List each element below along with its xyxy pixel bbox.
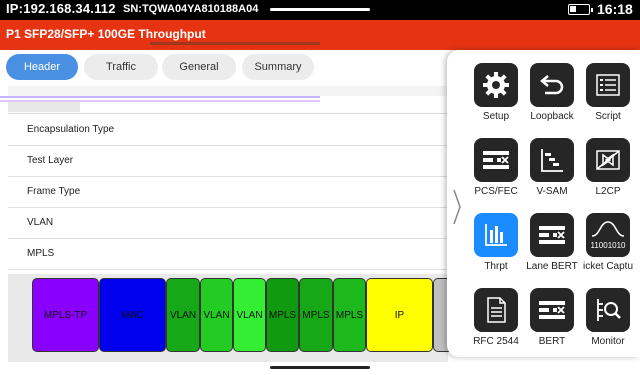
rfc2544-icon — [474, 288, 518, 332]
app-v-sam[interactable]: V-SAM — [523, 138, 581, 208]
gear-icon — [474, 63, 518, 107]
header-settings-list: Encapsulation Type Test Layer Frame Type… — [8, 113, 448, 273]
clock: 16:18 — [597, 1, 633, 17]
list-item-test-layer[interactable]: Test Layer — [8, 146, 448, 177]
packet-capture-bits: 11001010 — [591, 241, 627, 250]
app-packet-capture[interactable]: 11001010 icket Captu — [579, 213, 637, 283]
vsam-icon — [530, 138, 574, 182]
battery-icon — [568, 4, 593, 15]
title-artifact — [150, 42, 320, 45]
proto-block-vlan-2[interactable]: VLAN — [200, 278, 233, 352]
throughput-icon — [474, 213, 518, 257]
packet-capture-icon: 11001010 — [586, 213, 630, 257]
proto-block-ip[interactable]: IP — [366, 278, 433, 352]
list-item-vlan[interactable]: VLAN — [8, 208, 448, 239]
app-label: Script — [595, 111, 621, 122]
app-pcs-fec[interactable]: PCS/FEC — [467, 138, 525, 208]
list-item-frame-type[interactable]: Frame Type — [8, 177, 448, 208]
status-bar: IP:192.168.34.112 SN:TQWA04YA810188A04 1… — [0, 0, 640, 20]
app-label: icket Captu — [582, 261, 634, 272]
list-item-label: Test Layer — [27, 155, 74, 166]
app-l2cp[interactable]: L2CP — [579, 138, 637, 208]
list-item-label: MPLS — [27, 248, 55, 259]
tab-header[interactable]: Header — [6, 54, 78, 80]
app-lane-bert[interactable]: Lane BERT — [523, 213, 581, 283]
list-item-encapsulation-type[interactable]: Encapsulation Type — [8, 115, 448, 146]
monitor-icon — [586, 288, 630, 332]
proto-block-mac[interactable]: MAC — [99, 278, 166, 352]
app-label: L2CP — [595, 186, 621, 197]
tab-general[interactable]: General — [162, 54, 236, 80]
proto-block-mpls-3[interactable]: MPLS — [333, 278, 366, 352]
app-rfc-2544[interactable]: RFC 2544 — [467, 288, 525, 358]
app-loopback[interactable]: Loopback — [523, 63, 581, 133]
status-handle[interactable] — [270, 8, 370, 11]
render-artifact — [8, 102, 80, 112]
render-artifact — [8, 86, 448, 96]
proto-block-vlan-3[interactable]: VLAN — [233, 278, 266, 352]
pcs-fec-icon — [474, 138, 518, 182]
loopback-icon — [530, 63, 574, 107]
render-artifact — [0, 96, 320, 98]
app-launcher-panel: Setup Loopback Script PCS/FEC V-SAM L2CP… — [447, 50, 640, 357]
list-item-label: VLAN — [27, 217, 54, 228]
ip-address: IP:192.168.34.112 — [6, 1, 116, 16]
list-item-label: Frame Type — [27, 186, 81, 197]
app-thrpt[interactable]: Thrpt — [467, 213, 525, 283]
app-bert[interactable]: BERT — [523, 288, 581, 358]
tab-summary[interactable]: Summary — [242, 54, 314, 80]
title-bar: P1 SFP28/SFP+ 100GE Throughput — [0, 20, 640, 50]
lane-bert-icon — [530, 213, 574, 257]
proto-block-mpls-2[interactable]: MPLS — [299, 278, 333, 352]
home-indicator[interactable] — [270, 366, 370, 369]
chevron-right-icon[interactable] — [452, 188, 462, 226]
list-item-mpls[interactable]: MPLS — [8, 239, 448, 270]
bert-icon — [530, 288, 574, 332]
page-title: P1 SFP28/SFP+ 100GE Throughput — [6, 27, 206, 41]
tab-traffic[interactable]: Traffic — [84, 54, 158, 80]
app-label: Monitor — [591, 336, 625, 347]
app-script[interactable]: Script — [579, 63, 637, 133]
serial-number: SN:TQWA04YA810188A04 — [123, 3, 259, 15]
proto-block-mpls-tp[interactable]: MPLS-TP — [32, 278, 99, 352]
list-item-label: Encapsulation Type — [27, 124, 115, 135]
l2cp-icon — [586, 138, 630, 182]
proto-block-vlan-1[interactable]: VLAN — [166, 278, 200, 352]
proto-block-mpls-1[interactable]: MPLS — [266, 278, 299, 352]
tab-bar: Header Traffic General Summary — [0, 50, 450, 84]
app-monitor[interactable]: Monitor — [579, 288, 637, 358]
script-icon — [586, 63, 630, 107]
protocol-stack: MPLS-TP MAC VLAN VLAN VLAN MPLS MPLS MPL… — [8, 274, 453, 362]
app-setup[interactable]: Setup — [467, 63, 525, 133]
